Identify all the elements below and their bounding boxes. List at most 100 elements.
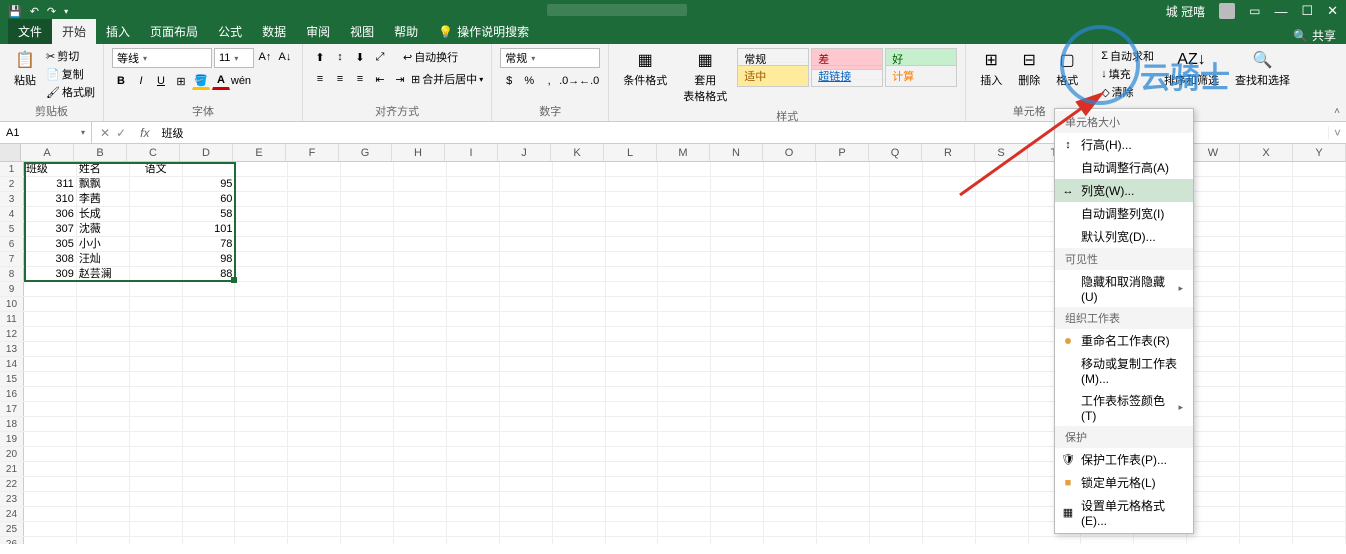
cell[interactable] bbox=[1187, 357, 1240, 371]
cell[interactable] bbox=[1134, 537, 1187, 544]
underline-button[interactable]: U bbox=[152, 72, 170, 90]
cell[interactable] bbox=[817, 387, 870, 401]
cell[interactable] bbox=[764, 267, 817, 281]
cell[interactable] bbox=[658, 522, 711, 536]
cell[interactable] bbox=[288, 297, 341, 311]
cell[interactable] bbox=[130, 222, 183, 236]
cell[interactable] bbox=[341, 282, 394, 296]
cell[interactable] bbox=[764, 372, 817, 386]
cell[interactable] bbox=[24, 387, 77, 401]
cell[interactable] bbox=[976, 432, 1029, 446]
cell[interactable] bbox=[1293, 447, 1346, 461]
redo-icon[interactable]: ↷ bbox=[47, 5, 56, 18]
cell[interactable] bbox=[923, 237, 976, 251]
cell[interactable] bbox=[553, 522, 606, 536]
cell[interactable] bbox=[24, 327, 77, 341]
cell[interactable] bbox=[553, 402, 606, 416]
cell[interactable] bbox=[923, 387, 976, 401]
cell[interactable] bbox=[341, 507, 394, 521]
format-cells-button[interactable]: ▢格式 bbox=[1050, 48, 1084, 90]
cell[interactable] bbox=[394, 492, 447, 506]
cell[interactable] bbox=[500, 462, 553, 476]
cell[interactable] bbox=[500, 522, 553, 536]
cell[interactable] bbox=[130, 177, 183, 191]
cell[interactable] bbox=[24, 312, 77, 326]
cell[interactable] bbox=[130, 537, 183, 544]
cell[interactable] bbox=[288, 327, 341, 341]
maximize-button[interactable]: ☐ bbox=[1301, 3, 1313, 19]
delete-cells-button[interactable]: ⊟删除 bbox=[1012, 48, 1046, 90]
cell[interactable] bbox=[817, 432, 870, 446]
fbar-expand-icon[interactable]: ˅ bbox=[1328, 126, 1346, 140]
cell[interactable] bbox=[77, 537, 130, 544]
cell[interactable] bbox=[764, 342, 817, 356]
cell[interactable] bbox=[870, 312, 923, 326]
cell[interactable]: 小小 bbox=[77, 237, 130, 251]
cell[interactable] bbox=[923, 432, 976, 446]
cell[interactable] bbox=[130, 237, 183, 251]
cell[interactable] bbox=[553, 417, 606, 431]
cell[interactable] bbox=[77, 372, 130, 386]
cell[interactable]: 307 bbox=[24, 222, 77, 236]
cell[interactable] bbox=[1293, 162, 1346, 176]
cell[interactable] bbox=[77, 492, 130, 506]
cell[interactable] bbox=[1240, 312, 1293, 326]
cell[interactable] bbox=[658, 477, 711, 491]
cell[interactable] bbox=[870, 402, 923, 416]
col-header[interactable]: L bbox=[604, 144, 657, 161]
cell[interactable] bbox=[764, 357, 817, 371]
cell[interactable] bbox=[235, 477, 288, 491]
row-header[interactable]: 1 bbox=[0, 162, 24, 176]
cell[interactable]: 飘飘 bbox=[77, 177, 130, 191]
cell[interactable] bbox=[500, 432, 553, 446]
cell[interactable] bbox=[764, 492, 817, 506]
cell[interactable] bbox=[288, 222, 341, 236]
cell[interactable] bbox=[394, 237, 447, 251]
cell[interactable] bbox=[976, 507, 1029, 521]
cell[interactable] bbox=[394, 312, 447, 326]
cell[interactable] bbox=[817, 492, 870, 506]
cell[interactable] bbox=[923, 402, 976, 416]
clear-button[interactable]: ◇ 清除 bbox=[1101, 84, 1154, 100]
inc-decimal-icon[interactable]: .0→ bbox=[560, 72, 578, 90]
cell[interactable] bbox=[447, 432, 500, 446]
cell[interactable] bbox=[394, 402, 447, 416]
cell[interactable] bbox=[130, 462, 183, 476]
cell[interactable] bbox=[606, 252, 659, 266]
cell[interactable] bbox=[870, 492, 923, 506]
cell[interactable] bbox=[1293, 267, 1346, 281]
cell[interactable] bbox=[447, 312, 500, 326]
fx-cancel-icon[interactable]: ✕ bbox=[100, 126, 110, 140]
cell-styles-gallery[interactable]: 常规 差 好 适中 超链接 计算 bbox=[737, 48, 957, 80]
cell[interactable] bbox=[870, 387, 923, 401]
cell[interactable]: 101 bbox=[183, 222, 236, 236]
cell[interactable] bbox=[288, 537, 341, 544]
cell[interactable] bbox=[1240, 402, 1293, 416]
row-header[interactable]: 13 bbox=[0, 342, 24, 356]
cell[interactable] bbox=[606, 537, 659, 544]
cell[interactable] bbox=[235, 372, 288, 386]
cell[interactable] bbox=[77, 477, 130, 491]
cell[interactable] bbox=[1187, 222, 1240, 236]
italic-button[interactable]: I bbox=[132, 72, 150, 90]
cell[interactable] bbox=[447, 192, 500, 206]
cell[interactable] bbox=[923, 267, 976, 281]
cell[interactable] bbox=[976, 387, 1029, 401]
col-header[interactable]: A bbox=[21, 144, 74, 161]
cell[interactable] bbox=[341, 447, 394, 461]
cell[interactable] bbox=[288, 477, 341, 491]
cell[interactable] bbox=[341, 522, 394, 536]
cell[interactable] bbox=[606, 522, 659, 536]
cell[interactable] bbox=[183, 417, 236, 431]
cell[interactable] bbox=[870, 207, 923, 221]
cell[interactable] bbox=[870, 447, 923, 461]
row-header[interactable]: 26 bbox=[0, 537, 24, 544]
cell[interactable] bbox=[711, 342, 764, 356]
cell[interactable] bbox=[553, 447, 606, 461]
col-header[interactable]: P bbox=[816, 144, 869, 161]
cell[interactable] bbox=[923, 162, 976, 176]
row-header[interactable]: 3 bbox=[0, 192, 24, 206]
table-format-button[interactable]: ▦套用 表格格式 bbox=[677, 48, 733, 106]
cell[interactable] bbox=[817, 177, 870, 191]
cell[interactable] bbox=[77, 387, 130, 401]
